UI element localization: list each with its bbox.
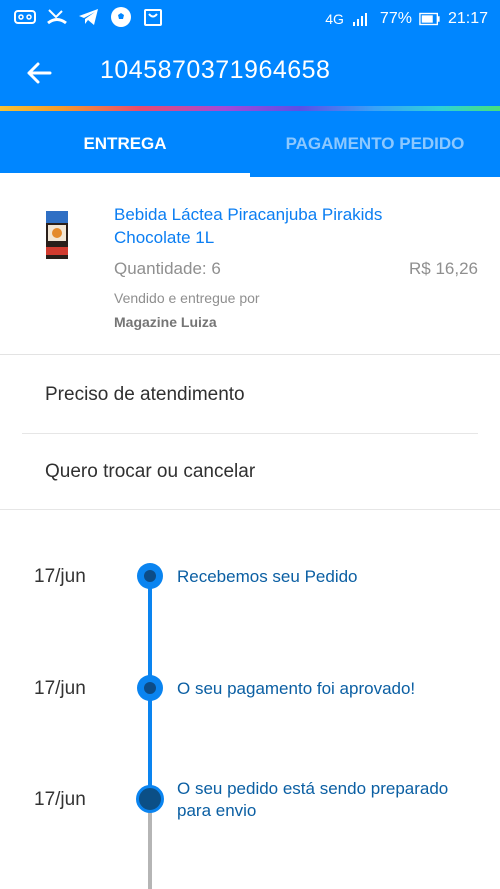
timeline-event-text: O seu pagamento foi aprovado! bbox=[177, 679, 416, 698]
timeline-event-text: O seu pedido está sendo preparado para e… bbox=[177, 779, 449, 820]
signal-icon bbox=[351, 8, 373, 30]
timeline-date: 17/jun bbox=[34, 678, 86, 699]
timeline-date: 17/jun bbox=[34, 789, 86, 810]
battery-percent: 77% bbox=[379, 10, 412, 27]
system-status: 4G 77% 21:17 bbox=[325, 8, 488, 30]
tab-entrega[interactable]: ENTREGA bbox=[0, 111, 250, 177]
product-thumbnail[interactable] bbox=[45, 209, 69, 261]
divider bbox=[0, 509, 500, 510]
app-bar: 1045870371964658 bbox=[0, 36, 500, 106]
tab-pagamento-pedido[interactable]: PAGAMENTO PEDIDO bbox=[250, 111, 500, 177]
sold-by-label: Vendido e entregue por bbox=[114, 290, 260, 306]
product-price: R$ 16,26 bbox=[409, 259, 478, 278]
status-bar: 4G 77% 21:17 bbox=[0, 0, 500, 36]
telegram-icon bbox=[78, 6, 100, 28]
timeline-dot bbox=[137, 563, 163, 589]
notification-icons bbox=[14, 6, 164, 28]
tab-bar: ENTREGA PAGAMENTO PEDIDO bbox=[0, 111, 500, 177]
product-name-link[interactable]: Bebida Láctea Piracanjuba Pirakids Choco… bbox=[114, 203, 454, 249]
option-trocar-ou-cancelar[interactable]: Quero trocar ou cancelar bbox=[45, 461, 255, 483]
order-number-title: 1045870371964658 bbox=[100, 56, 331, 84]
option-preciso-de-atendimento[interactable]: Preciso de atendimento bbox=[45, 384, 245, 406]
timeline-line-pending bbox=[148, 800, 152, 889]
timeline-dot-current bbox=[136, 785, 164, 813]
timeline-dot bbox=[137, 675, 163, 701]
timeline-event-text: Recebemos seu Pedido bbox=[177, 567, 358, 586]
timeline-date: 17/jun bbox=[34, 566, 86, 587]
seller-name: Magazine Luiza bbox=[114, 314, 217, 330]
product-card: Bebida Láctea Piracanjuba Pirakids Choco… bbox=[0, 177, 500, 355]
product-quantity: Quantidade: 6 bbox=[114, 259, 221, 278]
voicemail-icon bbox=[14, 6, 36, 28]
back-arrow-icon[interactable] bbox=[24, 58, 54, 88]
shopping-bag-icon bbox=[142, 6, 164, 28]
missed-call-icon bbox=[46, 6, 68, 28]
divider bbox=[22, 433, 478, 434]
clock: 21:17 bbox=[447, 10, 488, 27]
network-type: 4G bbox=[325, 11, 344, 27]
soccer-ball-icon bbox=[110, 6, 132, 28]
battery-icon bbox=[419, 8, 441, 30]
